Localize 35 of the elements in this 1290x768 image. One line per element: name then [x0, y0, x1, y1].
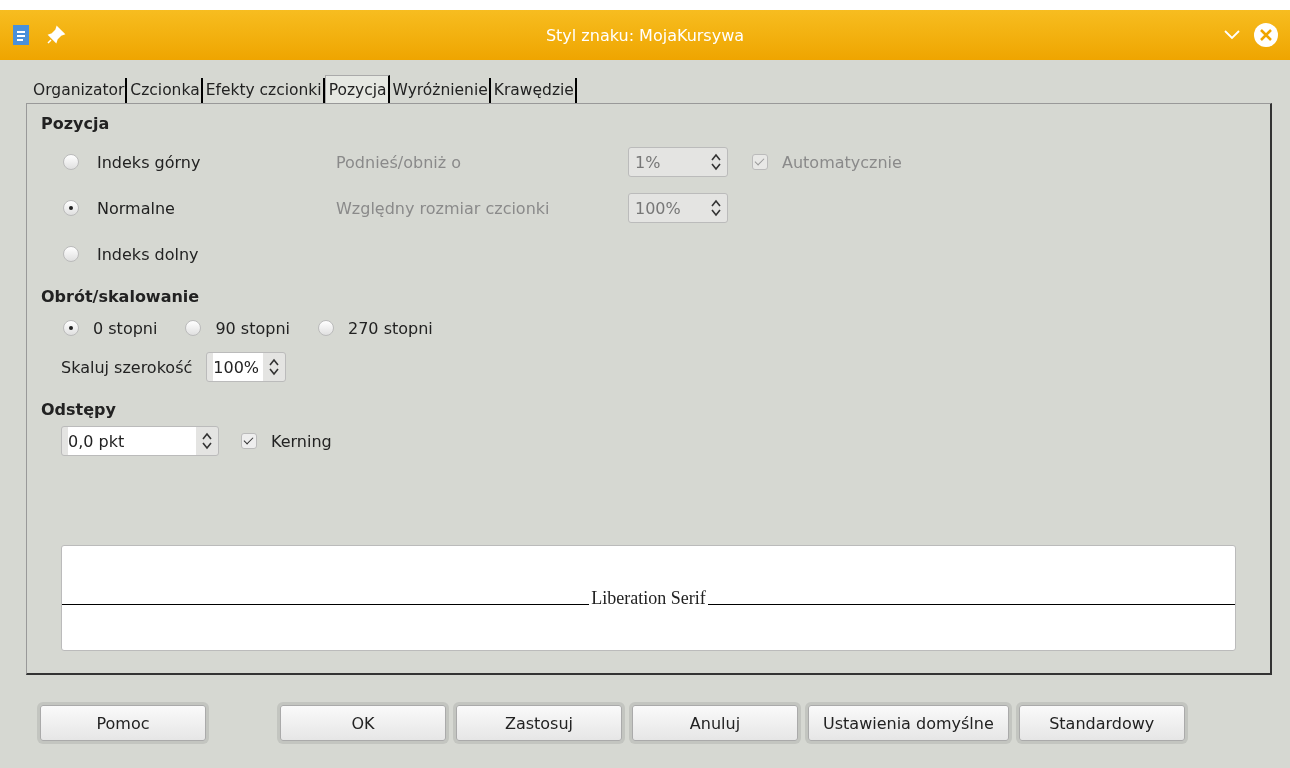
dialog-button[interactable]: Standardowy: [1018, 705, 1185, 741]
radio-button[interactable]: [63, 320, 79, 336]
checkbox[interactable]: [241, 433, 257, 449]
radio-button[interactable]: [318, 320, 334, 336]
radio-button[interactable]: [185, 320, 202, 336]
checkbox-label: Kerning: [271, 431, 332, 451]
radio-label: 90 stopni: [215, 318, 290, 338]
spin-field[interactable]: 0,0 pkt: [61, 426, 219, 456]
tab[interactable]: Organizator: [30, 78, 128, 103]
dialog-button[interactable]: Pomoc: [40, 705, 206, 741]
spin-field[interactable]: 100%: [206, 352, 287, 382]
pin-icon[interactable]: [46, 25, 66, 45]
spin-arrows-icon[interactable]: [201, 431, 213, 451]
radio-label: Normalne: [97, 198, 175, 218]
chevron-down-icon[interactable]: [1224, 30, 1240, 40]
radio-label: Indeks dolny: [97, 244, 199, 264]
radio-label: Indeks górny: [97, 152, 201, 172]
field-label: Względny rozmiar czcionki: [336, 198, 551, 218]
spin-arrows-icon[interactable]: [268, 357, 281, 377]
tab[interactable]: Pozycja: [324, 75, 390, 103]
section-heading: Obrót/skalowanie: [41, 287, 201, 306]
field-label: Podnieś/obniż o: [336, 152, 462, 172]
dialog-button[interactable]: Zastosuj: [456, 705, 622, 741]
close-icon[interactable]: [1254, 23, 1278, 47]
window-title: Styl znaku: MojaKursywa: [544, 25, 746, 45]
dialog-button[interactable]: Anuluj: [632, 705, 798, 741]
radio-label: 0 stopni: [93, 318, 158, 338]
checkbox-label: Automatycznie: [782, 152, 902, 172]
section-heading: Odstępy: [41, 400, 117, 419]
document-icon: [12, 24, 32, 46]
field-label: Skaluj szerokość: [61, 357, 193, 377]
radio-label: 270 stopni: [348, 318, 433, 338]
section-heading: Pozycja: [41, 114, 111, 133]
dialog-button[interactable]: OK: [280, 705, 446, 741]
dialog-button[interactable]: Ustawienia domyślne: [808, 705, 1009, 741]
